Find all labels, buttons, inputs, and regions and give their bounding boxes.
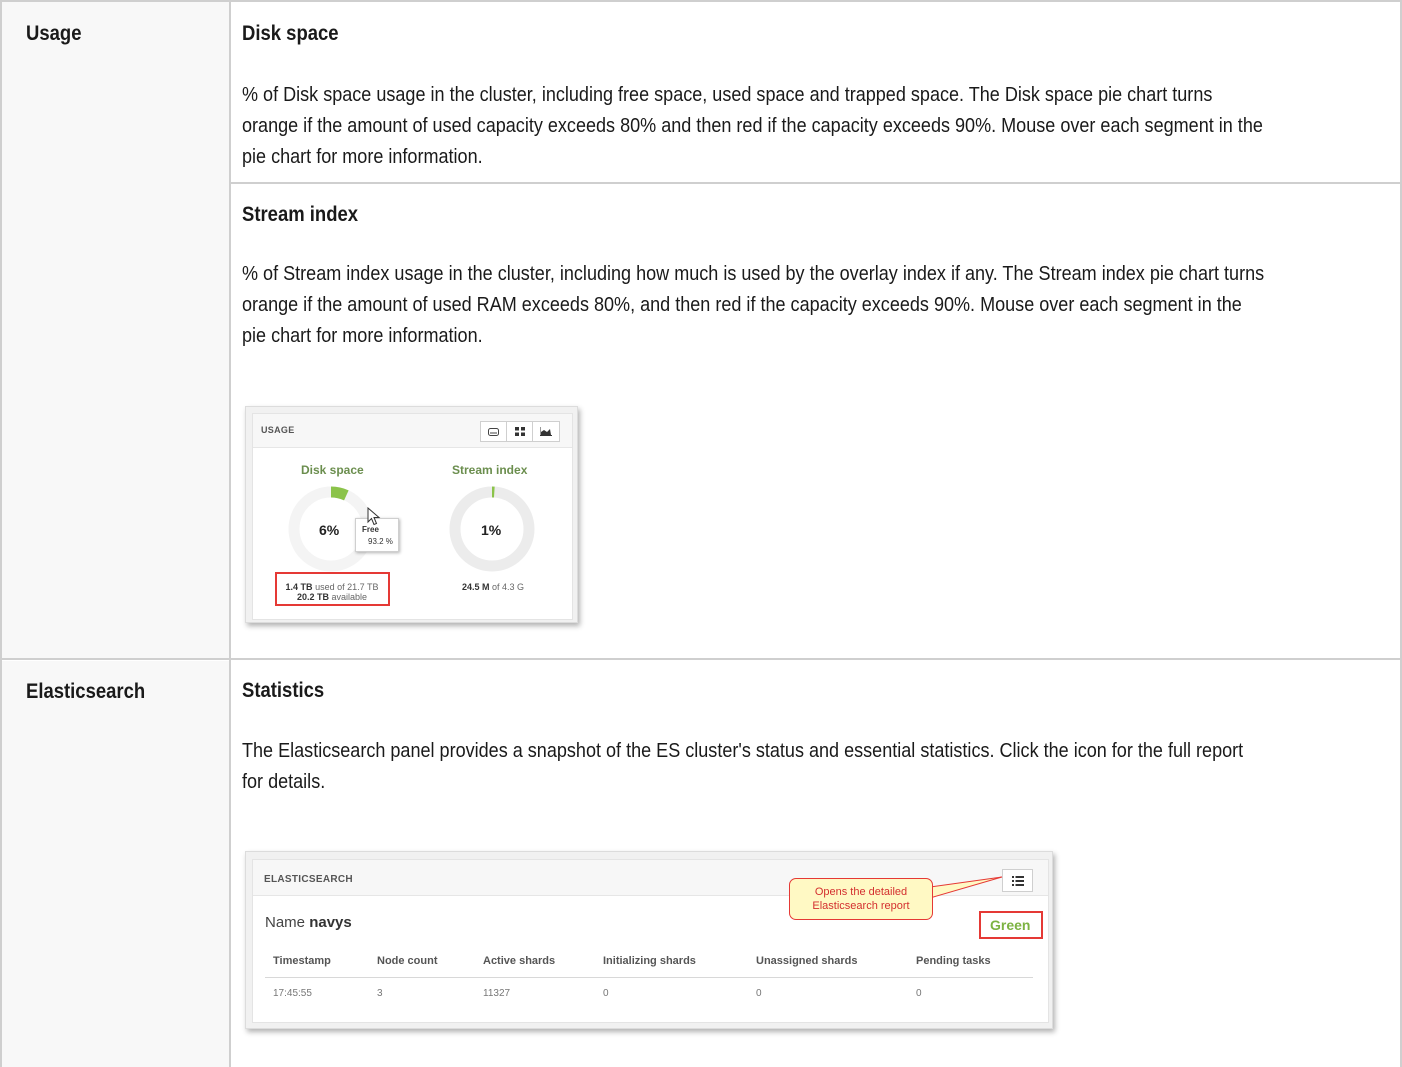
callout-pointer [923, 876, 1003, 901]
cell-initializing-shards: 0 [603, 988, 609, 999]
grid-icon[interactable] [507, 422, 533, 441]
tooltip-value: 93.2 % [368, 537, 393, 546]
area-chart-icon[interactable] [533, 422, 559, 441]
column-header-pending-tasks: Pending tasks [916, 955, 991, 967]
disk-used-segment[interactable] [330, 486, 349, 501]
usage-view-toggle[interactable] [480, 421, 560, 442]
documentation-table: Usage Disk space % of Disk space usage i… [0, 0, 1402, 1067]
disk-caption-highlight [275, 572, 390, 606]
stream-index-pie-title: Stream index [452, 463, 528, 477]
usage-panel-title: USAGE [261, 425, 295, 435]
cluster-status-badge: Green [990, 917, 1031, 933]
elasticsearch-widget-screenshot: ELASTICSEARCH Opens the detailed Elastic… [245, 851, 1053, 1029]
section-title-stream-index: Stream index [242, 203, 359, 226]
column-header-unassigned-shards: Unassigned shards [756, 955, 858, 967]
section-title-statistics: Statistics [242, 679, 325, 702]
cluster-name: Name navys [265, 914, 352, 931]
row-divider [0, 658, 1402, 660]
column-header-active-shards: Active shards [483, 955, 556, 967]
list-icon[interactable] [1002, 869, 1033, 892]
mouse-cursor-icon [367, 507, 381, 526]
disk-icon[interactable] [481, 422, 507, 441]
stream-index-percent: 1% [481, 522, 502, 538]
disk-space-pie-title: Disk space [301, 463, 364, 477]
cell-active-shards: 11327 [483, 988, 511, 999]
usage-label-cell [2, 2, 229, 658]
elasticsearch-label-cell [2, 661, 229, 1067]
section-title-disk-space: Disk space [242, 22, 339, 45]
stream-of-label: of 4.3 G [492, 582, 525, 592]
section-body-disk-space: % of Disk space usage in the cluster, in… [242, 83, 1263, 168]
table-header-divider [265, 977, 1033, 978]
stream-used-value: 24.5 M [461, 582, 490, 592]
cell-node-count: 3 [377, 988, 383, 999]
cell-timestamp: 17:45:55 [273, 988, 312, 999]
section-divider [229, 182, 1402, 184]
cell-unassigned-shards: 0 [756, 988, 762, 999]
disk-space-percent: 6% [319, 522, 340, 538]
column-header-node-count: Node count [377, 955, 438, 967]
cluster-name-value: navys [309, 914, 352, 931]
section-body-statistics: The Elasticsearch panel provides a snaps… [242, 739, 1244, 793]
cell-pending-tasks: 0 [916, 988, 922, 999]
usage-panel-header: USAGE [253, 414, 572, 448]
column-divider [229, 0, 231, 1067]
usage-panel: USAGE Disk space 6% Free 93.2 % Stream i… [252, 413, 573, 620]
column-header-initializing-shards: Initializing shards [603, 955, 696, 967]
section-body-stream-index: % of Stream index usage in the cluster, … [242, 262, 1265, 347]
column-header-timestamp: Timestamp [273, 955, 331, 967]
row-label-usage: Usage [26, 22, 82, 45]
elasticsearch-panel-title: ELASTICSEARCH [264, 874, 353, 885]
cluster-name-label: Name [265, 914, 306, 931]
stream-index-caption: 24.5 M of 4.3 G [443, 582, 543, 592]
elasticsearch-panel: ELASTICSEARCH Opens the detailed Elastic… [252, 859, 1049, 1023]
row-label-elasticsearch: Elasticsearch [26, 680, 146, 703]
report-callout: Opens the detailed Elasticsearch report [789, 878, 933, 920]
usage-widget-screenshot: USAGE Disk space 6% Free 93.2 % Stream i… [245, 406, 578, 623]
cluster-status-highlight: Green [979, 911, 1043, 939]
